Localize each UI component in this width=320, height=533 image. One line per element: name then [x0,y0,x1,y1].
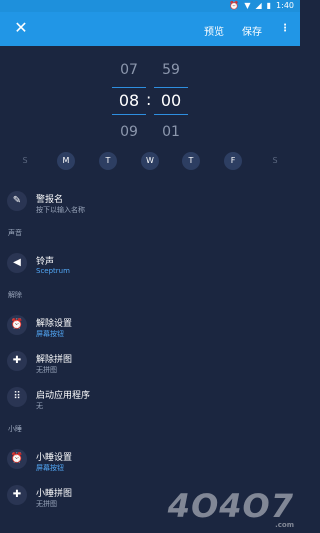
section-snooze: 小睡 [8,425,22,433]
minute-prev[interactable]: 59 [154,55,188,85]
alarm-label-hint: 按下以输入名称 [36,206,85,214]
snooze-setting-item[interactable]: ⏰ 小睡设置 屏幕按钮 [0,444,300,478]
day-monday[interactable]: M [57,152,75,170]
ringtone-title: 铃声 [36,257,55,267]
snooze-icon: ⏰ [7,449,27,469]
day-tuesday[interactable]: T [99,152,117,170]
launch-app-value: 无 [36,402,43,410]
hour-picker[interactable]: 07 08 09 [112,55,146,147]
alarm-label-item[interactable]: ✎ 警报名 按下以输入名称 [0,186,300,220]
more-options-icon[interactable]: ⋮ [280,23,290,38]
section-sound: 声音 [8,229,22,237]
day-saturday[interactable]: S [266,152,284,170]
status-bar: ⏰ ▼ ◢ ▮ 1:40 [0,0,300,12]
day-sunday[interactable]: S [16,152,34,170]
apps-grid-icon: ⠿ [7,387,27,407]
time-picker: 07 08 09 : 59 00 01 [0,55,300,145]
day-friday[interactable]: F [224,152,242,170]
snooze-puzzle-value: 无拼图 [36,500,57,508]
puzzle-icon: ✚ [7,351,27,371]
save-button[interactable]: 保存 [242,23,262,38]
ringtone-value: Sceptrum [36,267,70,275]
dismiss-puzzle-item[interactable]: ✚ 解除拼图 无拼图 [0,346,300,380]
section-dismiss: 解除 [8,291,22,299]
battery-icon: ▮ [266,1,272,10]
speaker-icon: ◀ [7,253,27,273]
hour-selected[interactable]: 08 [112,87,146,115]
dismiss-puzzle-title: 解除拼图 [36,355,73,365]
time-separator: : [146,90,152,109]
launch-app-title: 启动应用程序 [36,391,91,401]
hour-next[interactable]: 09 [112,117,146,147]
signal-icon: ◢ [255,1,262,10]
minute-next[interactable]: 01 [154,117,188,147]
snooze-puzzle-title: 小睡拼图 [36,489,73,499]
snooze-setting-title: 小睡设置 [36,453,73,463]
watermark-text: 4O4O7 [167,487,294,525]
wifi-icon: ▼ [244,1,251,10]
pencil-icon: ✎ [7,191,27,211]
hour-prev[interactable]: 07 [112,55,146,85]
watermark-domain: .com [275,521,294,529]
weekday-selector: S M T W T F S [0,152,300,172]
preview-button[interactable]: 预览 [204,23,224,38]
status-time: 1:40 [276,1,294,10]
alarm-icon: ⏰ [229,1,240,10]
ringtone-item[interactable]: ◀ 铃声 Sceptrum [0,248,300,282]
launch-app-item[interactable]: ⠿ 启动应用程序 无 [0,382,300,416]
day-thursday[interactable]: T [182,152,200,170]
alarm-off-icon: ⏰ [7,315,27,335]
day-wednesday[interactable]: W [141,152,159,170]
dismiss-setting-value: 屏幕按钮 [36,330,64,338]
dismiss-puzzle-value: 无拼图 [36,366,57,374]
snooze-setting-value: 屏幕按钮 [36,464,64,472]
toolbar: ✕ 预览 保存 ⋮ [0,12,300,46]
dismiss-setting-item[interactable]: ⏰ 解除设置 屏幕按钮 [0,310,300,344]
minute-picker[interactable]: 59 00 01 [154,55,188,147]
close-icon[interactable]: ✕ [12,19,30,37]
alarm-label-title: 警报名 [36,195,64,205]
watermark-logo: 4O4O7 .com [167,487,294,529]
dismiss-setting-title: 解除设置 [36,319,73,329]
puzzle-icon: ✚ [7,485,27,505]
minute-selected[interactable]: 00 [154,87,188,115]
